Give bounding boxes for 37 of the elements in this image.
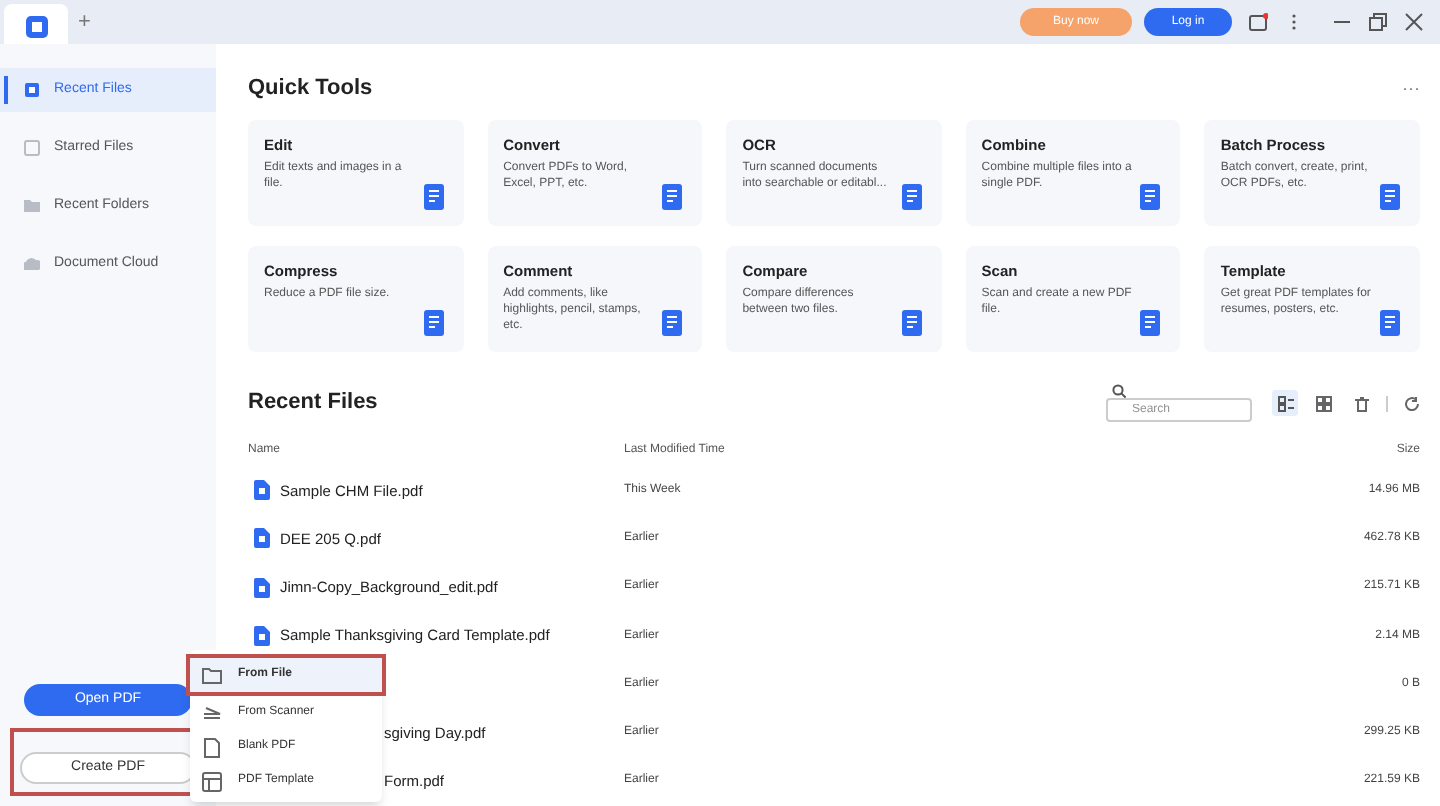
section-title: Recent Files xyxy=(248,388,380,419)
message-icon[interactable] xyxy=(1248,12,1268,32)
document-icon xyxy=(1136,307,1165,337)
search-icon xyxy=(1112,384,1126,398)
document-icon xyxy=(419,307,448,337)
cloud-icon xyxy=(24,256,40,272)
new-tab-button[interactable]: + xyxy=(78,5,91,39)
folder-icon xyxy=(202,665,222,685)
refresh-icon[interactable] xyxy=(1404,395,1420,411)
file-icon xyxy=(24,82,40,98)
list-icon xyxy=(1277,395,1293,411)
trash-icon[interactable] xyxy=(1354,395,1370,411)
document-icon xyxy=(1375,181,1404,211)
document-icon xyxy=(658,307,687,337)
document-icon xyxy=(419,181,448,211)
pdf-file-icon xyxy=(254,480,270,501)
document-icon xyxy=(1136,181,1165,211)
pdf-file-icon xyxy=(254,528,270,549)
pdf-file-icon xyxy=(254,577,270,598)
restore-icon[interactable] xyxy=(1368,12,1388,32)
document-icon xyxy=(897,307,926,337)
page-icon xyxy=(202,737,222,757)
document-icon xyxy=(1375,307,1404,337)
close-icon[interactable] xyxy=(1404,12,1424,32)
section-title: Quick Tools xyxy=(248,74,373,104)
grid-view-icon[interactable] xyxy=(1316,395,1332,411)
document-icon xyxy=(658,181,687,211)
folder-icon xyxy=(24,198,40,214)
document-icon xyxy=(897,181,926,211)
more-button[interactable]: ··· xyxy=(1402,75,1420,102)
scanner-icon xyxy=(202,703,222,723)
list-view-button[interactable] xyxy=(1272,390,1298,416)
square-icon xyxy=(24,140,40,156)
app-logo-icon xyxy=(25,15,47,37)
pdf-file-icon xyxy=(254,626,270,647)
template-icon xyxy=(202,771,222,791)
app-tab[interactable] xyxy=(4,4,68,48)
